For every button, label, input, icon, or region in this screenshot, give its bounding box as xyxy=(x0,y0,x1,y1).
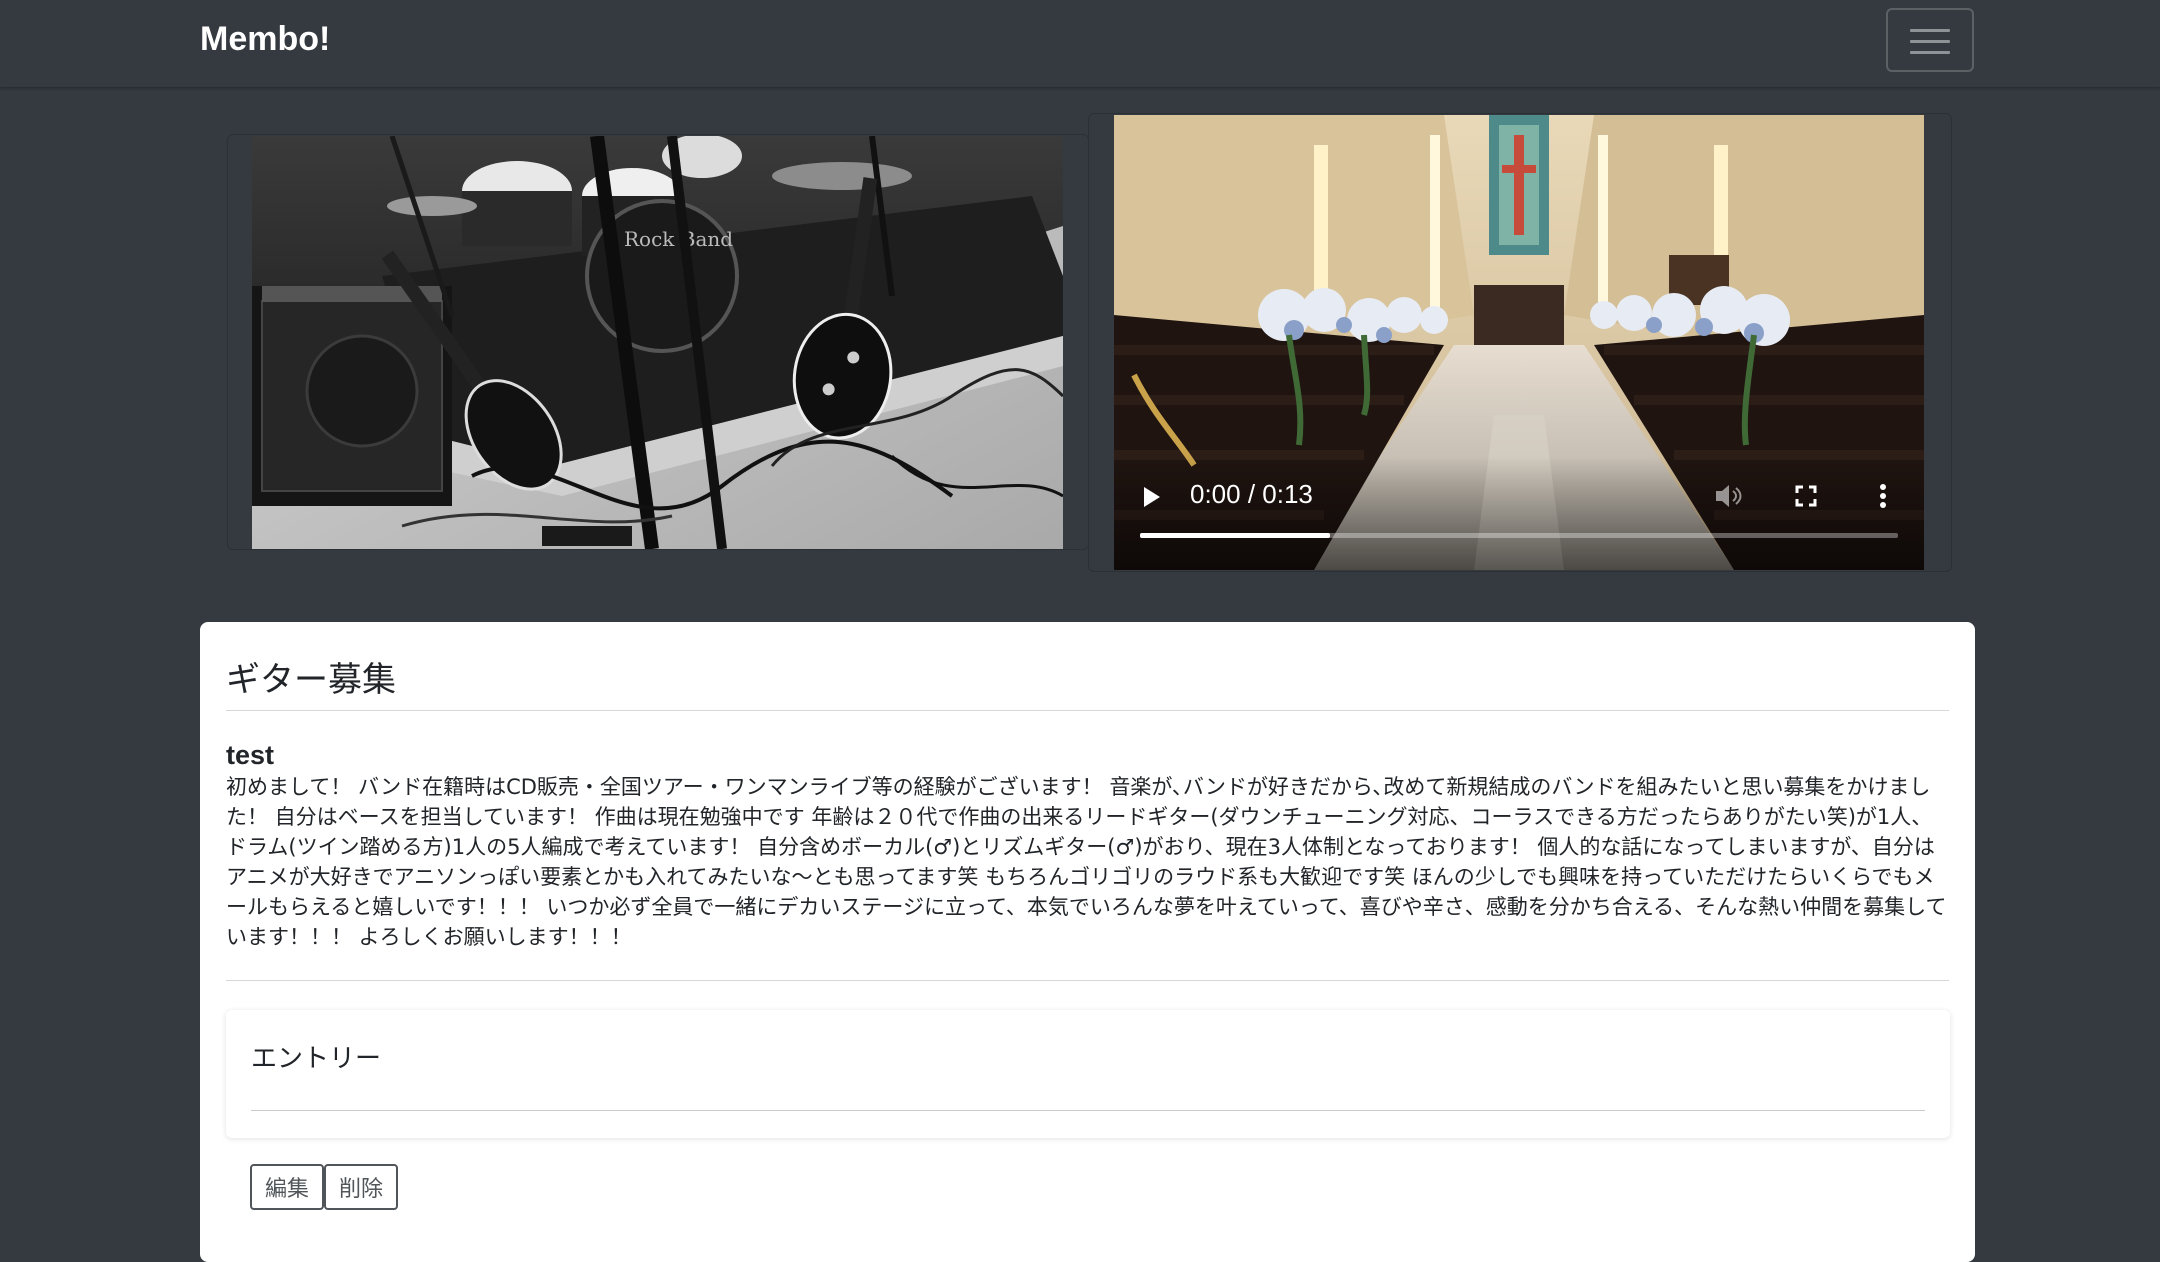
brand-logo[interactable]: Membo! xyxy=(200,20,330,59)
video-progress-fill xyxy=(1140,533,1330,538)
video-time-display: 0:00 / 0:13 xyxy=(1190,479,1313,509)
body-divider xyxy=(226,980,1949,981)
post-body: 初めまして！ バンド在籍時はCD販売・全国ツアー・ワンマンライブ等の経験がござい… xyxy=(226,775,1947,949)
video-card: 0:00 / 0:13 xyxy=(1088,113,1952,572)
edit-button[interactable]: 編集 xyxy=(250,1164,324,1210)
post-title: ギター募集 xyxy=(226,660,396,700)
image-card: Rock Band xyxy=(227,134,1089,550)
post-image: Rock Band xyxy=(252,136,1063,549)
play-icon[interactable] xyxy=(1144,487,1160,507)
mute-icon[interactable] xyxy=(1714,483,1744,509)
video-player[interactable]: 0:00 / 0:13 xyxy=(1114,115,1924,570)
navbar-toggle-button[interactable] xyxy=(1886,8,1974,72)
entry-title: エントリー xyxy=(251,1044,382,1074)
title-divider xyxy=(226,710,1949,711)
post-card: ギター募集 test 初めまして！ バンド在籍時はCD販売・全国ツアー・ワンマン… xyxy=(200,622,1975,1262)
delete-button[interactable]: 削除 xyxy=(324,1164,398,1210)
navbar: Membo! xyxy=(0,0,2160,87)
entry-card: エントリー xyxy=(226,1010,1950,1138)
fullscreen-icon[interactable] xyxy=(1795,485,1817,507)
video-progress-track[interactable] xyxy=(1140,533,1898,538)
post-subtitle: test xyxy=(226,740,275,770)
entry-divider xyxy=(251,1110,1925,1111)
more-options-icon[interactable] xyxy=(1880,484,1886,508)
video-controls: 0:00 / 0:13 xyxy=(1114,115,1924,570)
